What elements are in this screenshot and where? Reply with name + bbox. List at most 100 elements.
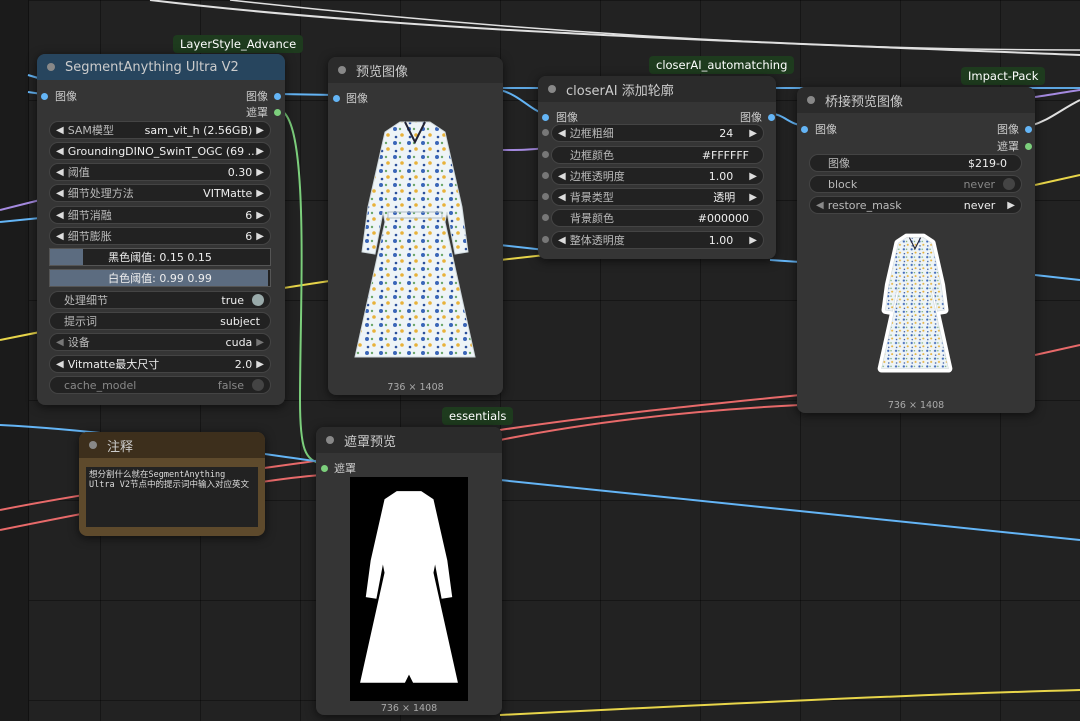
left-arrow-icon[interactable]: ◀ bbox=[56, 231, 64, 242]
block-toggle[interactable]: block never bbox=[809, 175, 1022, 193]
overall-opacity-number[interactable]: ◀ 整体透明度 1.00 ▶ bbox=[551, 231, 764, 249]
input-dot-icon[interactable] bbox=[333, 94, 340, 102]
restore-mask-combo[interactable]: ◀ restore_mask never ▶ bbox=[809, 196, 1022, 214]
closer-widget-input[interactable] bbox=[542, 193, 549, 200]
closer-widget-input[interactable] bbox=[542, 129, 549, 136]
collapse-dot-icon[interactable] bbox=[548, 85, 556, 93]
collapse-dot-icon[interactable] bbox=[326, 436, 334, 444]
cache-model-toggle[interactable]: cache_model false bbox=[49, 376, 271, 394]
segment-node-header[interactable]: SegmentAnything Ultra V2 bbox=[37, 54, 285, 80]
right-arrow-icon[interactable]: ▶ bbox=[749, 235, 757, 246]
input-dot-icon[interactable] bbox=[801, 125, 808, 133]
segment-output-mask[interactable]: 遮罩 bbox=[246, 104, 281, 120]
left-arrow-icon[interactable]: ◀ bbox=[56, 210, 64, 221]
output-dot-icon[interactable] bbox=[274, 108, 281, 116]
border-opacity-number[interactable]: ◀ 边框透明度 1.00 ▶ bbox=[551, 167, 764, 185]
right-arrow-icon[interactable]: ▶ bbox=[256, 146, 264, 157]
collapse-dot-icon[interactable] bbox=[807, 96, 815, 104]
threshold-number[interactable]: ◀ 阈值 0.30 ▶ bbox=[49, 163, 271, 181]
output-dot-icon[interactable] bbox=[1025, 142, 1032, 150]
closer-badge: closerAI_automatching bbox=[649, 56, 795, 74]
detail-dilate-number[interactable]: ◀ 细节膨胀 6 ▶ bbox=[49, 227, 271, 245]
right-arrow-icon[interactable]: ▶ bbox=[256, 210, 264, 221]
closer-widget-input[interactable] bbox=[542, 172, 549, 179]
closer-input-image[interactable]: 图像 bbox=[542, 109, 578, 125]
right-arrow-icon[interactable]: ▶ bbox=[256, 337, 264, 348]
input-dot-icon[interactable] bbox=[542, 113, 549, 121]
segment-input-image[interactable]: 图像 bbox=[41, 88, 77, 104]
prompt-text-field[interactable]: 提示词 subject bbox=[49, 312, 271, 330]
input-dot-icon[interactable] bbox=[542, 172, 549, 179]
black-threshold-slider[interactable]: 黑色阈值: 0.15 0.15 bbox=[49, 248, 271, 266]
bridge-node-header[interactable]: 桥接预览图像 bbox=[797, 87, 1035, 113]
input-dot-icon[interactable] bbox=[542, 129, 549, 136]
right-arrow-icon[interactable]: ▶ bbox=[256, 359, 264, 370]
output-dot-icon[interactable] bbox=[274, 92, 281, 100]
closer-widget-input[interactable] bbox=[542, 214, 549, 221]
background-color-field[interactable]: 背景颜色 #000000 bbox=[551, 209, 764, 227]
grounding-dino-combo[interactable]: ◀ GroundingDINO_SwinT_OGC (69 ... ▶ bbox=[49, 142, 271, 160]
bridge-input-image[interactable]: 图像 bbox=[801, 121, 837, 137]
bridge-output-image[interactable]: 图像 bbox=[997, 121, 1032, 137]
input-dot-icon[interactable] bbox=[542, 236, 549, 243]
left-arrow-icon[interactable]: ◀ bbox=[558, 171, 566, 182]
right-arrow-icon[interactable]: ▶ bbox=[749, 192, 757, 203]
right-arrow-icon[interactable]: ▶ bbox=[749, 128, 757, 139]
right-arrow-icon[interactable]: ▶ bbox=[1007, 200, 1015, 211]
wire-white-out bbox=[1029, 99, 1080, 127]
mask-preview-input[interactable]: 遮罩 bbox=[321, 460, 356, 476]
right-arrow-icon[interactable]: ▶ bbox=[256, 167, 264, 178]
left-arrow-icon[interactable]: ◀ bbox=[56, 188, 64, 199]
toggle-off-icon[interactable] bbox=[252, 379, 264, 391]
closer-widget-input[interactable] bbox=[542, 151, 549, 158]
right-arrow-icon[interactable]: ▶ bbox=[749, 171, 757, 182]
segment-output-image[interactable]: 图像 bbox=[246, 88, 281, 104]
toggle-off-icon[interactable] bbox=[1003, 178, 1015, 190]
bridge-image-field[interactable]: 图像 $219-0 bbox=[809, 154, 1022, 172]
left-arrow-icon[interactable]: ◀ bbox=[558, 192, 566, 203]
detail-method-combo[interactable]: ◀ 细节处理方法 VITMatte ▶ bbox=[49, 184, 271, 202]
preview-node-header[interactable]: 预览图像 bbox=[328, 57, 503, 83]
left-arrow-icon[interactable]: ◀ bbox=[56, 167, 64, 178]
left-arrow-icon[interactable]: ◀ bbox=[56, 359, 64, 370]
input-dot-icon[interactable] bbox=[542, 193, 549, 200]
collapse-dot-icon[interactable] bbox=[47, 63, 55, 71]
left-arrow-icon[interactable]: ◀ bbox=[56, 125, 64, 136]
closer-widget-input[interactable] bbox=[542, 236, 549, 243]
left-arrow-icon[interactable]: ◀ bbox=[558, 235, 566, 246]
left-arrow-icon[interactable]: ◀ bbox=[816, 200, 824, 211]
collapse-dot-icon[interactable] bbox=[338, 66, 346, 74]
input-dot-icon[interactable] bbox=[321, 464, 328, 472]
bridge-output-mask[interactable]: 遮罩 bbox=[997, 138, 1032, 154]
sam-model-combo[interactable]: ◀ SAM模型 sam_vit_h (2.56GB) ▶ bbox=[49, 121, 271, 139]
collapse-dot-icon[interactable] bbox=[89, 441, 97, 449]
input-dot-icon[interactable] bbox=[542, 151, 549, 158]
border-color-field[interactable]: 边框颜色 #FFFFFF bbox=[551, 146, 764, 164]
bridge-node-title: 桥接预览图像 bbox=[825, 94, 904, 110]
background-type-combo[interactable]: ◀ 背景类型 透明 ▶ bbox=[551, 188, 764, 206]
note-node-header[interactable]: 注释 bbox=[79, 432, 265, 458]
input-dot-icon[interactable] bbox=[41, 92, 48, 100]
output-dot-icon[interactable] bbox=[768, 113, 775, 121]
mask-preview-header[interactable]: 遮罩预览 bbox=[316, 427, 502, 453]
note-textarea[interactable]: 想分割什么就在SegmentAnything Ultra V2节点中的提示词中输… bbox=[86, 467, 258, 527]
left-arrow-icon[interactable]: ◀ bbox=[56, 337, 64, 348]
border-width-number[interactable]: ◀ 边框粗细 24 ▶ bbox=[551, 124, 764, 142]
wire-blue-right bbox=[1034, 274, 1080, 281]
vitmatte-max-size-number[interactable]: ◀ Vitmatte最大尺寸 2.0 ▶ bbox=[49, 355, 271, 373]
process-detail-toggle[interactable]: 处理细节 true bbox=[49, 291, 271, 309]
output-dot-icon[interactable] bbox=[1025, 125, 1032, 133]
closer-node-header[interactable]: closerAI 添加轮廓 bbox=[538, 76, 776, 102]
detail-erode-number[interactable]: ◀ 细节消融 6 ▶ bbox=[49, 206, 271, 224]
right-arrow-icon[interactable]: ▶ bbox=[256, 231, 264, 242]
toggle-on-icon[interactable] bbox=[252, 294, 264, 306]
right-arrow-icon[interactable]: ▶ bbox=[256, 188, 264, 199]
left-arrow-icon[interactable]: ◀ bbox=[56, 146, 64, 157]
closer-output-image[interactable]: 图像 bbox=[740, 109, 775, 125]
device-combo[interactable]: ◀ 设备 cuda ▶ bbox=[49, 333, 271, 351]
white-threshold-slider[interactable]: 白色阈值: 0.99 0.99 bbox=[49, 269, 271, 287]
right-arrow-icon[interactable]: ▶ bbox=[256, 125, 264, 136]
preview-input-image[interactable]: 图像 bbox=[333, 90, 368, 106]
left-arrow-icon[interactable]: ◀ bbox=[558, 128, 566, 139]
input-dot-icon[interactable] bbox=[542, 214, 549, 221]
